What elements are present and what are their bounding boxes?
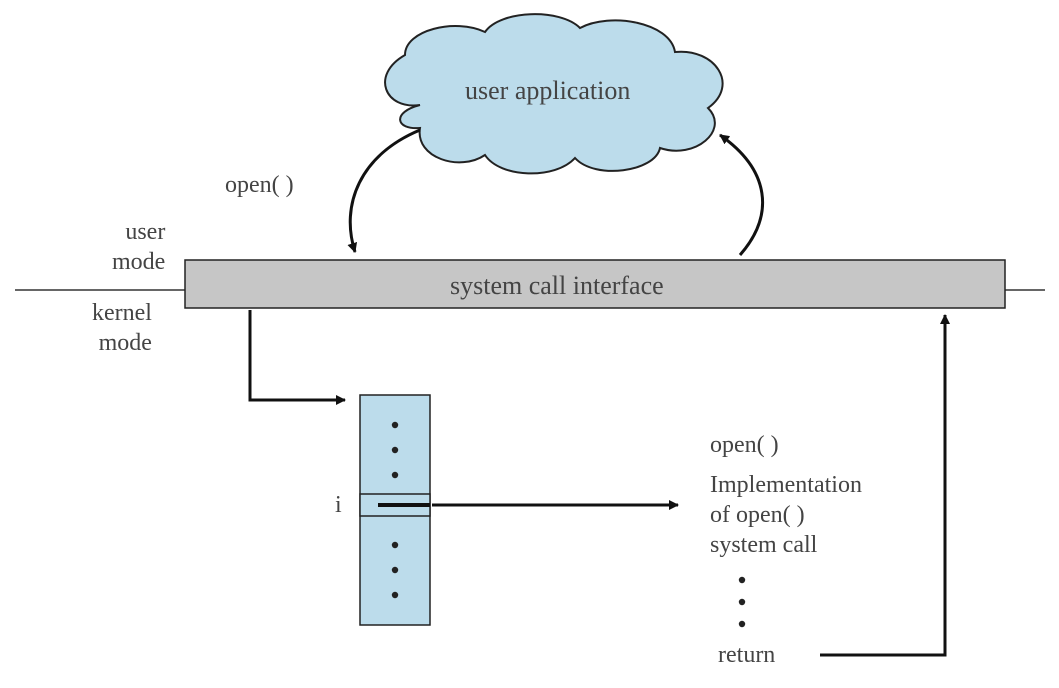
impl-ellipsis [739, 577, 745, 627]
arrow-interface-to-table [250, 310, 345, 400]
table-index-label: i [335, 490, 342, 520]
impl-line2: of open( ) [710, 500, 805, 530]
arrow-interface-to-app [720, 135, 763, 255]
kernel-mode-label: kernel mode [92, 298, 152, 358]
diagram-stage: user application open( ) user mode kerne… [0, 0, 1059, 688]
arrow-app-to-interface [350, 130, 420, 252]
impl-line1: Implementation [710, 470, 862, 500]
mode-word-bottom: mode [99, 330, 152, 356]
interface-bar-label: system call interface [450, 270, 664, 303]
impl-header: open( ) [710, 430, 779, 460]
kernel-word: kernel [92, 300, 152, 326]
open-call-label: open( ) [225, 170, 294, 200]
user-mode-label: user mode [112, 217, 165, 277]
syscall-table [360, 395, 430, 625]
impl-return: return [718, 640, 775, 670]
mode-word-top: mode [112, 249, 165, 275]
user-word: user [125, 219, 165, 245]
impl-line3: system call [710, 530, 817, 560]
cloud-label: user application [465, 75, 630, 108]
